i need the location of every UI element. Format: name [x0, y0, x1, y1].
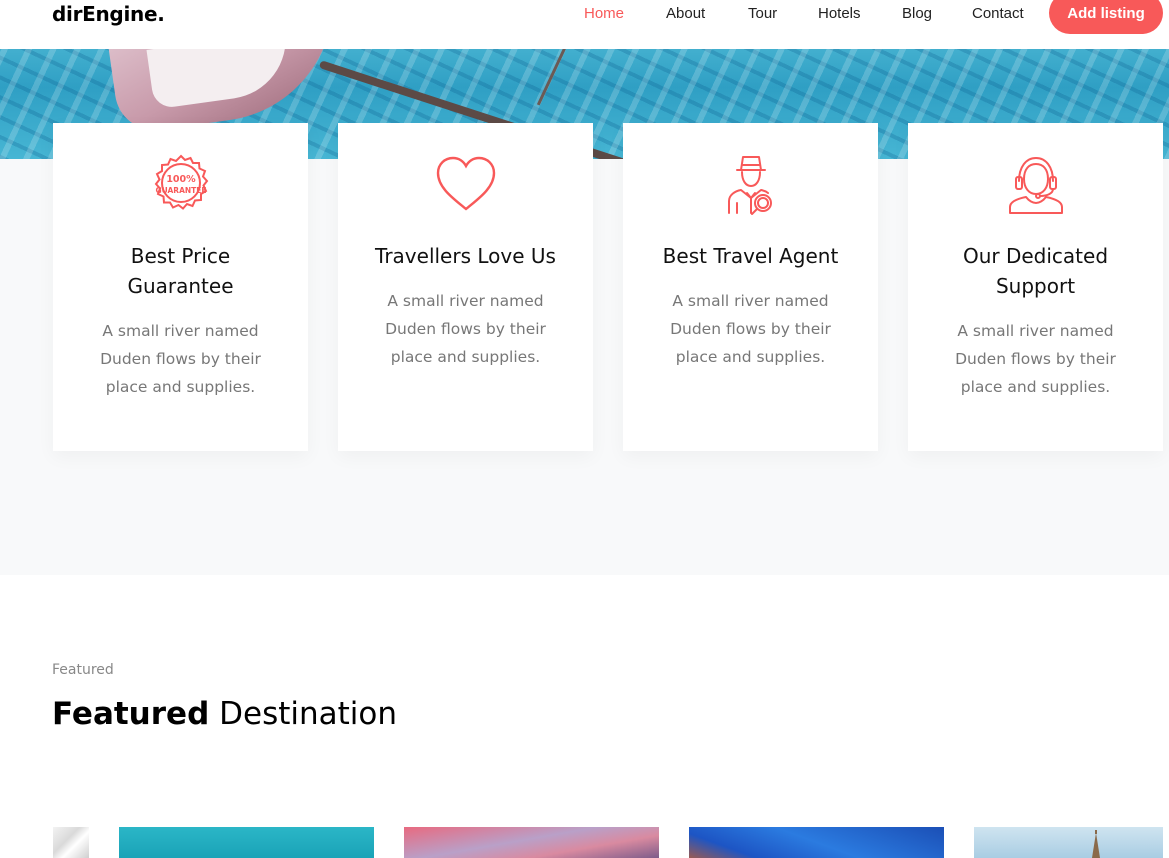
- card-title: Best Price Guarantee: [73, 241, 288, 301]
- destination-image-3[interactable]: [689, 827, 944, 858]
- nav-home[interactable]: Home: [584, 5, 624, 22]
- service-card-travel-agent: Best Travel Agent A small river named Du…: [623, 123, 878, 451]
- nav-tour[interactable]: Tour: [748, 5, 777, 22]
- card-desc-line: A small river named: [102, 322, 259, 340]
- featured-heading-light: Destination: [219, 696, 398, 732]
- featured-heading-bold: Featured: [52, 696, 210, 732]
- card-desc-line: A small river named: [957, 322, 1114, 340]
- travel-agent-icon: [728, 156, 772, 215]
- support-headset-icon: [1009, 157, 1063, 214]
- card-title: Our Dedicated Support: [928, 241, 1143, 301]
- featured-subheading: Featured: [52, 662, 114, 678]
- card-desc-line: Duden flows by their: [955, 350, 1116, 368]
- nav-contact[interactable]: Contact: [972, 5, 1024, 22]
- card-title-line: Travellers Love Us: [375, 244, 556, 268]
- guarantee-badge-icon: 100% GUARANTEE: [154, 154, 209, 210]
- card-title-line: Best Price: [130, 244, 231, 268]
- heart-icon: [436, 156, 496, 211]
- service-card-dedicated-support: Our Dedicated Support A small river name…: [908, 123, 1163, 451]
- destination-image-4[interactable]: [974, 827, 1163, 858]
- card-desc-line: A small river named: [672, 292, 829, 310]
- navbar: dirEngine. Home About Tour Hotels Blog C…: [0, 0, 1169, 49]
- card-description: A small river named Duden flows by their…: [653, 287, 848, 371]
- destination-image-partial[interactable]: [53, 827, 89, 858]
- card-desc-line: Duden flows by their: [670, 320, 831, 338]
- add-listing-button[interactable]: Add listing: [1049, 0, 1163, 34]
- card-desc-line: place and supplies.: [390, 348, 541, 366]
- card-title-line: Our Dedicated: [962, 244, 1109, 268]
- card-desc-line: place and supplies.: [105, 378, 256, 396]
- card-desc-line: Duden flows by their: [385, 320, 546, 338]
- card-title: Travellers Love Us: [358, 241, 573, 271]
- service-card-best-price: 100% GUARANTEE Best Price Guarantee A sm…: [53, 123, 308, 451]
- card-title-line: Guarantee: [127, 274, 234, 298]
- nav-about[interactable]: About: [666, 5, 705, 22]
- badge-top-text: 100%: [166, 174, 196, 185]
- service-card-travellers-love: Travellers Love Us A small river named D…: [338, 123, 593, 451]
- tower-silhouette: [1092, 830, 1100, 858]
- card-title-line: Support: [995, 274, 1076, 298]
- badge-bottom-text: GUARANTEE: [155, 186, 206, 195]
- card-desc-line: place and supplies.: [675, 348, 826, 366]
- card-title-line: Best Travel Agent: [662, 244, 839, 268]
- card-title: Best Travel Agent: [643, 241, 858, 271]
- card-desc-line: Duden flows by their: [100, 350, 261, 368]
- nav-hotels[interactable]: Hotels: [818, 5, 861, 22]
- featured-heading: Featured Destination: [52, 696, 397, 732]
- card-desc-line: A small river named: [387, 292, 544, 310]
- card-desc-line: place and supplies.: [960, 378, 1111, 396]
- brand-logo[interactable]: dirEngine.: [52, 2, 165, 26]
- card-description: A small river named Duden flows by their…: [368, 287, 563, 371]
- nav-blog[interactable]: Blog: [902, 5, 932, 22]
- destination-image-2[interactable]: [404, 827, 659, 858]
- destination-image-1[interactable]: [119, 827, 374, 858]
- card-description: A small river named Duden flows by their…: [83, 317, 278, 401]
- card-description: A small river named Duden flows by their…: [938, 317, 1133, 401]
